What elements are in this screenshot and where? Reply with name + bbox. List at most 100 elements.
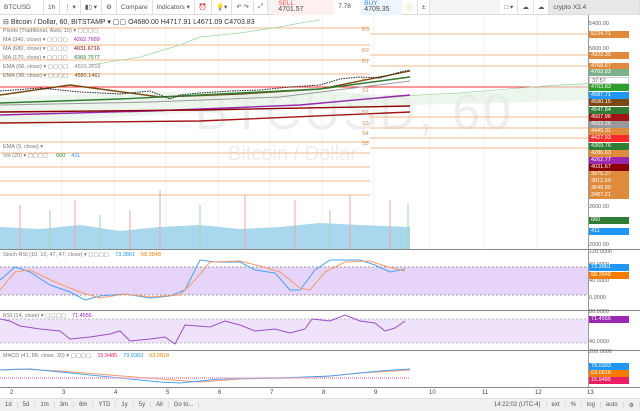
study-title: EMA (68, close): [3, 64, 42, 70]
range-button[interactable]: Go to...: [169, 402, 200, 408]
macd-title: MACD (41, 88, close, 30): [3, 353, 65, 359]
zoom-plus-minus[interactable]: ±: [417, 0, 431, 14]
study-title: MA (170, close): [3, 55, 42, 61]
symbol-input[interactable]: BTCUSD: [0, 0, 44, 14]
scale-option[interactable]: log: [582, 402, 601, 408]
study-value: 4262.7689: [73, 37, 100, 43]
settings-gear-icon[interactable]: ⚙: [624, 401, 640, 409]
symbol-title: Bitcoin / Dollar, 60, BITSTAMP: [10, 19, 106, 26]
chart-type-icon[interactable]: ▮▯ ▾: [80, 0, 103, 14]
interval-button[interactable]: 1h: [44, 0, 61, 14]
macd-axis: 200.0000: [589, 349, 612, 355]
range-button[interactable]: 1m: [35, 402, 55, 408]
price-label: 5234.71: [589, 31, 629, 38]
study-value: 4031.6716: [73, 46, 100, 52]
rsi-value: 71.4556: [71, 313, 92, 319]
macd-pane[interactable]: MACD (41, 88, close, 30) ▾ ▢▢▢▢ 15.9485 79…: [0, 350, 640, 388]
range-button[interactable]: 6m: [74, 402, 94, 408]
main-chart[interactable]: BTCUSD, 60 Bitcoin / Dollar ⊟ Bitcoin / …: [0, 15, 588, 249]
range-button[interactable]: 1d: [0, 402, 18, 408]
stoch-axis: 0.0000: [589, 295, 606, 301]
study-title: MA (680, close): [3, 46, 42, 52]
ema9-title: EMA (9, close): [3, 144, 39, 150]
study-legend[interactable]: Pivots (Traditional, Auto, 15) ▾ ▢▢▢▢: [3, 28, 105, 34]
rsi-pane[interactable]: RSI (14, close) ▾ ▢▢▢▢ 71.4556: [0, 310, 640, 350]
price-label: 411: [589, 228, 629, 235]
fullscreen-icon[interactable]: ⤢: [254, 0, 269, 14]
pivot-label: P: [362, 77, 366, 83]
ohlc-open: O4680.00: [128, 19, 159, 26]
range-button[interactable]: All: [151, 402, 169, 408]
pivot-label: S3: [362, 121, 369, 127]
undo-icon[interactable]: ↶ ↷: [232, 0, 255, 14]
ema9-legend[interactable]: EMA (9, close) ▾: [3, 144, 43, 150]
stoch-rsi-pane[interactable]: Stoch RSI (10, 10, 47, 47, close) ▾ ▢▢▢▢…: [0, 249, 640, 310]
rsi-legend[interactable]: RSI (14, close) ▾ ▢▢▢▢ 71.4556: [3, 313, 92, 319]
price-label: 4703.83: [589, 84, 629, 91]
scale-option[interactable]: %: [566, 402, 582, 408]
range-button[interactable]: 5y: [134, 402, 152, 408]
price-label: 3812.59: [589, 178, 629, 185]
layout-icon[interactable]: □ ▾: [500, 0, 519, 14]
time-tick: 2: [10, 390, 14, 396]
sell-price: 4701.57: [278, 6, 304, 13]
pivot-label: S1: [362, 88, 369, 94]
alert-icon[interactable]: ⏰: [194, 0, 212, 14]
time-tick: 5: [166, 390, 170, 396]
indicators-button[interactable]: Indicators ▾: [152, 0, 195, 14]
volume-value-a: 660: [56, 153, 66, 159]
range-button[interactable]: 1y: [116, 402, 134, 408]
pivot-label: R3: [362, 27, 370, 33]
study-legend[interactable]: EMA (68, close) ▾ ▢▢▢▢ 4503.2619: [3, 64, 100, 70]
time-tick: 8: [322, 390, 326, 396]
price-label: 4449.31: [589, 128, 629, 135]
axis-grid-label: 2000.00: [589, 242, 609, 248]
scale-option[interactable]: auto: [601, 402, 624, 408]
price-label: 4031.67: [589, 164, 629, 171]
account-name[interactable]: crypto X3.4: [549, 0, 640, 14]
sell-button[interactable]: SELL 4701.57: [274, 0, 335, 15]
rsi-axis: 40.0000: [589, 339, 609, 345]
stoch-legend[interactable]: Stoch RSI (10, 10, 47, 47, close) ▾ ▢▢▢▢…: [3, 252, 161, 258]
price-label: 3975.27: [589, 171, 629, 178]
range-button[interactable]: YTD: [93, 402, 117, 408]
range-button[interactable]: 3m: [55, 402, 75, 408]
study-title: EMA (30, close): [3, 73, 42, 79]
buy-button[interactable]: BUY 4709.35: [360, 0, 403, 15]
bottom-bar: 1d 5d 1m 3m 6m YTD 1y 5y All Go to... 14:22:02 (U…: [0, 398, 640, 411]
macd-legend[interactable]: MACD (41, 88, close, 30) ▾ ▢▢▢▢ 15.9485 79…: [3, 353, 169, 359]
study-legend[interactable]: EMA (30, close) ▾ ▢▢▢▢ 4580.1461: [3, 73, 100, 79]
bulb-icon[interactable]: 💡▾: [211, 0, 233, 14]
time-tick: 13: [587, 390, 594, 396]
volume-legend[interactable]: Vol (20) ▾ ▢▢▢▢ 660 411: [3, 153, 80, 159]
cloud-load-icon[interactable]: ☁: [518, 0, 534, 14]
time-tick: 10: [429, 390, 436, 396]
top-toolbar: BTCUSD 1h ⋮ ▾ ▮▯ ▾ ⚙ Compare Indicators …: [0, 0, 640, 15]
volume-value-b: 411: [71, 153, 81, 159]
time-tick: 4: [114, 390, 118, 396]
more-icon[interactable]: ⋮ ▾: [60, 0, 81, 14]
time-tick: 12: [535, 390, 542, 396]
price-label: 4923.35: [589, 52, 629, 59]
scale-option[interactable]: ext: [547, 402, 566, 408]
indicators-label: Indicators: [156, 3, 185, 11]
cloud-save-icon[interactable]: ☁: [533, 0, 550, 14]
buy-price: 4709.35: [364, 6, 390, 13]
price-label: 4286.63: [589, 150, 629, 157]
symbol-legend[interactable]: ⊟ Bitcoin / Dollar, 60, BITSTAMP ▾ ▢▢ O4…: [3, 18, 255, 26]
study-legend[interactable]: MA (680, close) ▾ ▢▢▢▢ 4031.6716: [3, 46, 100, 52]
cloud: [0, 83, 588, 125]
stoch-d-label: 68.3848: [589, 272, 629, 279]
study-legend[interactable]: MA (170, close) ▾ ▢▢▢▢ 4369.7577: [3, 55, 100, 61]
range-button[interactable]: 5d: [18, 402, 36, 408]
macd-hist: 15.9485: [97, 353, 118, 359]
gear-icon[interactable]: ⚙: [102, 0, 117, 14]
info-icon[interactable]: ⓘ: [402, 0, 418, 14]
price-label: 4503.26: [589, 121, 629, 128]
ohlc-low: L4671.09: [193, 19, 223, 26]
macd-signal-label: 63.0818: [589, 370, 629, 377]
macd-value: 79.0303: [123, 353, 144, 359]
study-legend[interactable]: MA (340, close) ▾ ▢▢▢▢ 4262.7689: [3, 37, 100, 43]
price-label: 4262.77: [589, 157, 629, 164]
compare-button[interactable]: Compare: [116, 0, 153, 14]
